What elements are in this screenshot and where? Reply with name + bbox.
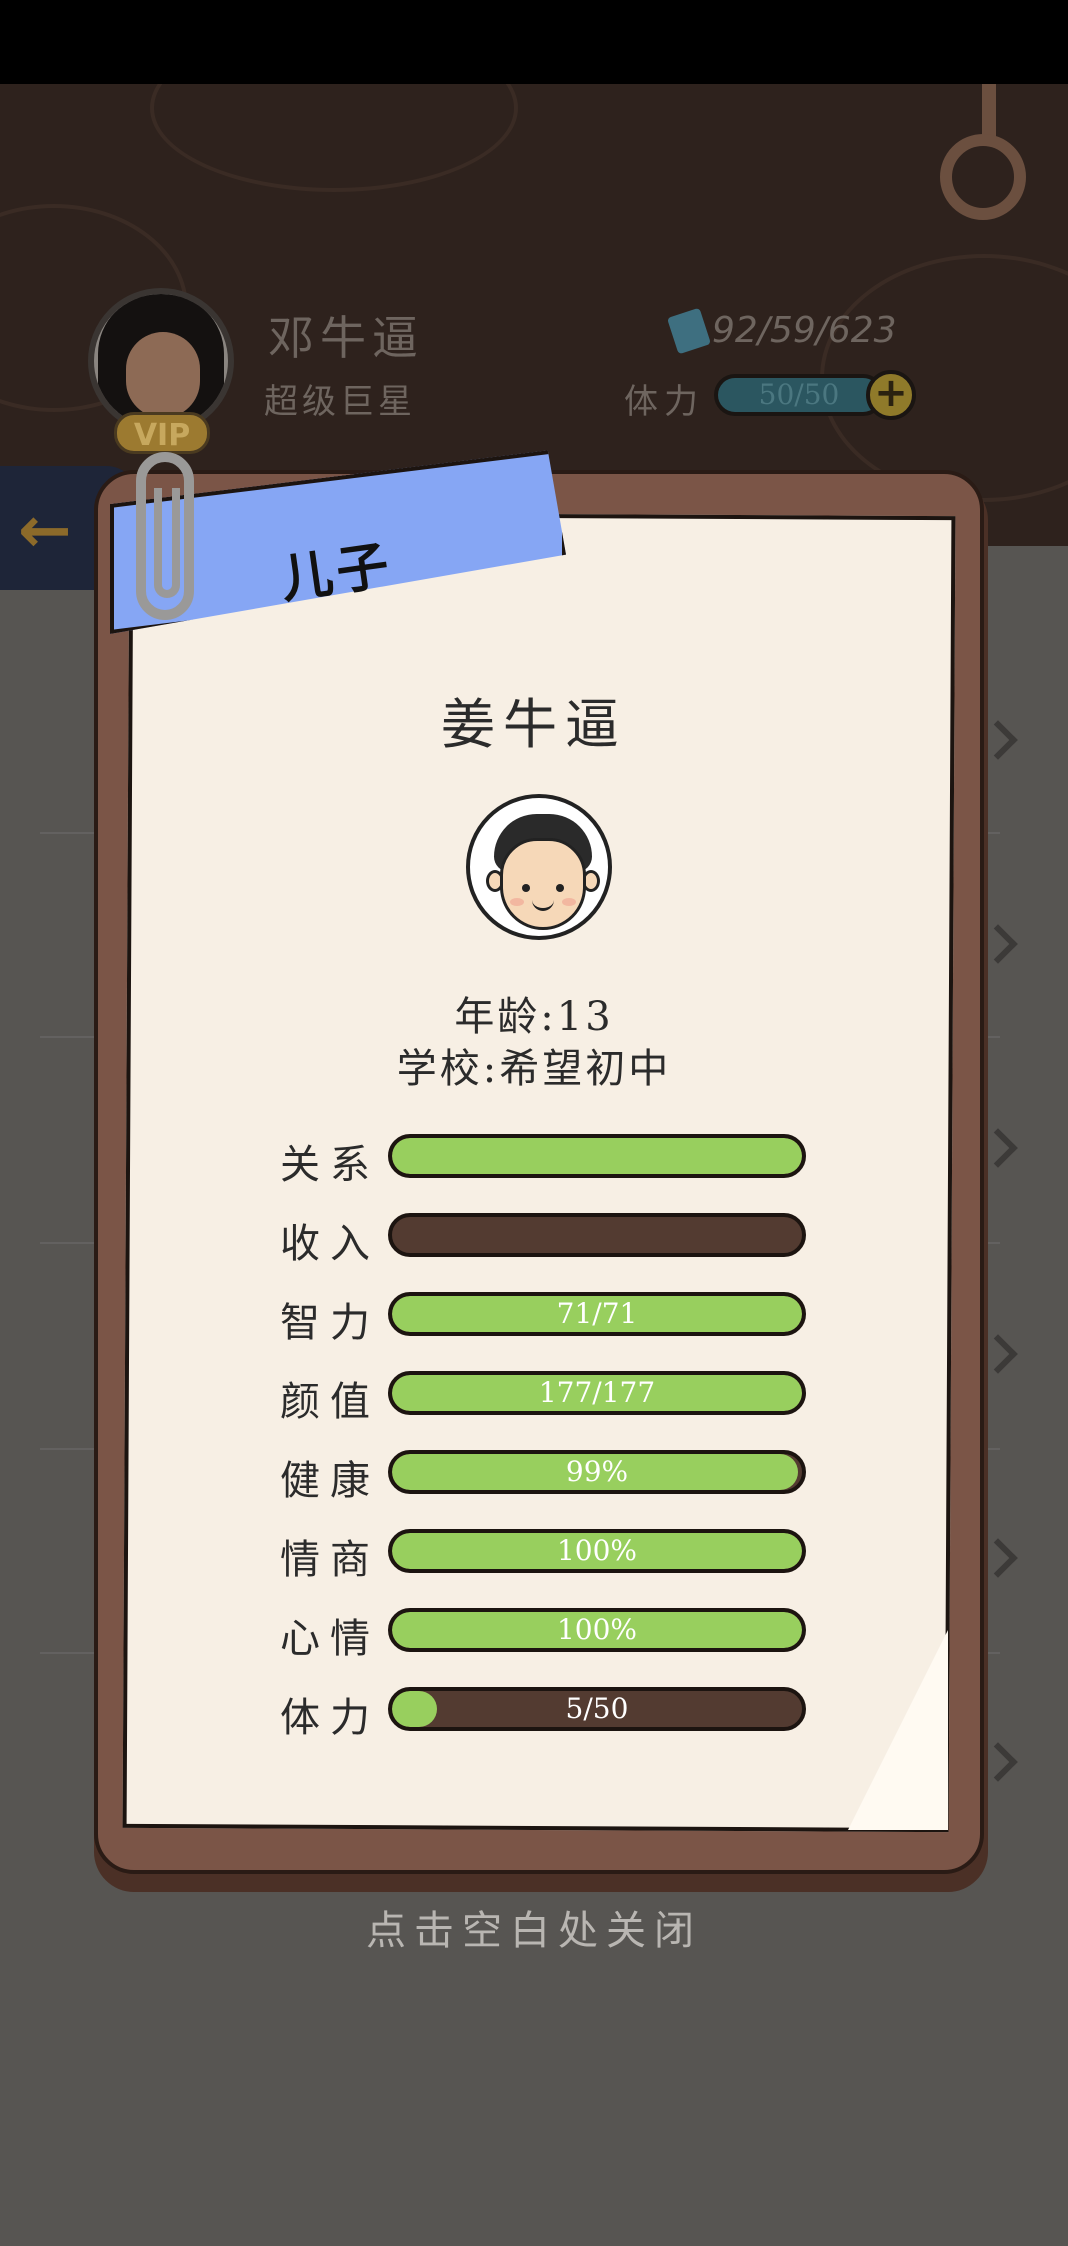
relation-label: 儿子 — [277, 535, 397, 611]
child-avatar — [466, 794, 612, 940]
stat-bar: 177/177 — [388, 1371, 806, 1415]
status-bar — [0, 0, 1068, 84]
paperclip-inner — [154, 488, 180, 598]
stat-value: 99% — [565, 1455, 629, 1488]
stat-bar: 71/71 — [388, 1292, 806, 1336]
player-title: 超级巨星 — [264, 382, 416, 422]
stat-value: 5/50 — [565, 1692, 629, 1725]
stat-label: 颜值 — [280, 1379, 380, 1425]
child-name: 姜牛逼 — [441, 693, 627, 756]
stat-bar: 99% — [388, 1450, 806, 1494]
stat-label: 体力 — [280, 1695, 380, 1741]
school-line: 学校:希望初中 — [396, 1046, 672, 1092]
stat-label: 健康 — [280, 1458, 380, 1504]
vip-badge: VIP — [114, 412, 210, 454]
money-value: 92/59/623 — [712, 310, 897, 351]
stat-bar: 100% — [388, 1608, 806, 1652]
stat-bar: 100% — [388, 1529, 806, 1573]
player-name: 邓牛逼 — [268, 311, 424, 365]
pull-ring-icon[interactable] — [940, 134, 1026, 220]
age-line: 年龄:13 — [454, 994, 614, 1040]
stat-bar — [388, 1134, 806, 1178]
stat-label: 智力 — [280, 1300, 380, 1346]
stat-value: 177/177 — [538, 1376, 656, 1409]
stat-value — [392, 1138, 802, 1174]
stat-bar: 5/50 — [388, 1687, 806, 1731]
close-hint[interactable]: 点击空白处关闭 — [0, 1898, 1068, 1956]
stat-label: 关系 — [280, 1142, 380, 1188]
stamina-label: 体力 — [624, 382, 704, 422]
stat-label: 心情 — [280, 1616, 380, 1662]
stat-value — [392, 1217, 802, 1253]
stat-label: 收入 — [280, 1221, 380, 1267]
back-arrow-icon: ← — [18, 494, 72, 568]
add-stamina-button[interactable]: + — [866, 370, 916, 420]
stat-value: 100% — [556, 1534, 638, 1567]
stamina-bar: 50/50 — [714, 374, 884, 416]
stat-bar — [388, 1213, 806, 1257]
stat-value: 71/71 — [556, 1297, 638, 1330]
stat-value: 100% — [556, 1613, 638, 1646]
stat-label: 情商 — [280, 1537, 380, 1583]
